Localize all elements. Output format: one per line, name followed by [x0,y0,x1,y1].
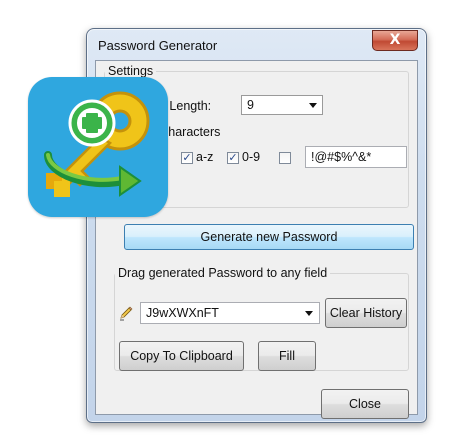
password-length-select[interactable]: 9 [241,95,323,115]
chevron-down-icon [305,311,313,316]
close-label: Close [349,397,381,411]
characters-label: characters [162,125,221,139]
lowercase-checkbox[interactable]: ✓ [181,152,193,164]
generate-password-label: Generate new Password [200,230,338,244]
lowercase-label: a-z [196,150,214,164]
clear-history-label: Clear History [329,306,403,320]
password-length-value: 9 [247,98,254,112]
generate-password-button[interactable]: Generate new Password [124,224,414,250]
fill-button[interactable]: Fill [258,341,316,371]
history-legend: Drag generated Password to any field [118,266,328,280]
password-history-combo[interactable]: J9wXWXnFT [140,302,320,324]
copy-to-clipboard-label: Copy To Clipboard [130,349,233,363]
clear-history-button[interactable]: Clear History [325,298,407,328]
chevron-down-icon [309,103,317,108]
key-plus-app-icon [28,77,168,217]
window-close-button[interactable]: X [372,30,418,51]
special-chars-checkbox[interactable] [279,152,291,164]
digits-label: 0-9 [242,150,261,164]
generated-password-value[interactable]: J9wXWXnFT [146,306,219,320]
copy-to-clipboard-button[interactable]: Copy To Clipboard [119,341,244,371]
special-chars-value: !@#$%^&* [311,150,372,164]
pencil-icon [118,305,134,321]
fill-label: Fill [279,349,295,363]
special-chars-input[interactable]: !@#$%^&* [305,146,407,168]
digits-checkbox[interactable]: ✓ [227,152,239,164]
window-title: Password Generator [98,38,218,53]
close-button[interactable]: Close [321,389,409,419]
settings-legend: Settings [108,64,154,78]
